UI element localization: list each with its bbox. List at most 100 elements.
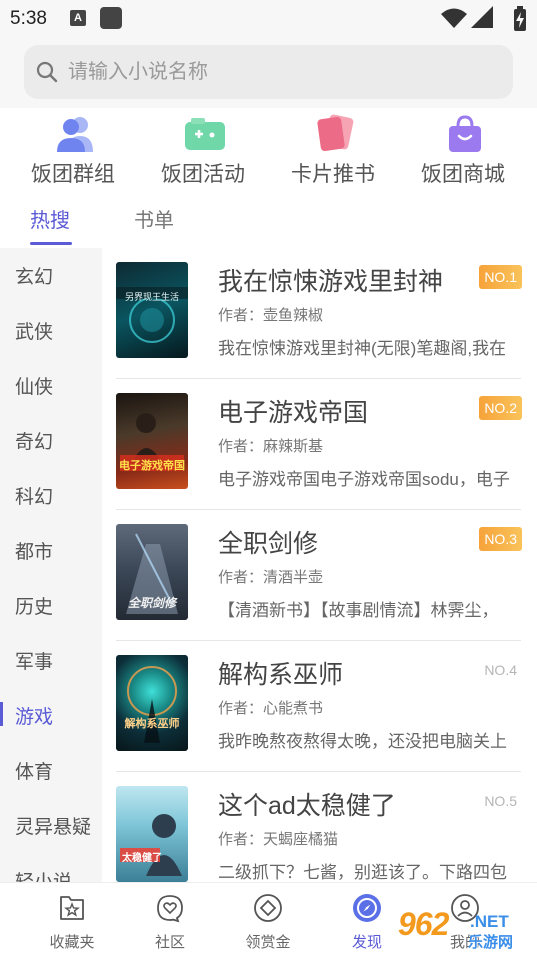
book-item[interactable]: 电子游戏帝国 电子游戏帝国 作者：麻辣斯基 电子游戏帝国电子游戏帝国sodu，电…: [102, 379, 537, 510]
category-label: 玄幻: [15, 267, 54, 288]
book-item[interactable]: 太稳健了 这个ad太稳健了 作者：天蝎座橘猫 二级抓下？七酱，别逛该了。下路四包…: [102, 772, 537, 882]
nav-label: 收藏夹: [49, 934, 95, 951]
category-dushi[interactable]: 都市: [0, 529, 102, 569]
book-cover: 另界现王生活: [116, 262, 188, 358]
rank-badge: NO.1: [479, 265, 522, 289]
book-cover-art: [116, 287, 188, 343]
nav-bounty[interactable]: 领赏金: [220, 883, 316, 956]
category-lingyi[interactable]: 灵异悬疑: [0, 804, 102, 844]
book-title: 电子游戏帝国: [218, 399, 369, 427]
category-label: 奇幻: [15, 432, 54, 453]
book-item[interactable]: 另界现王生活 我在惊悚游戏里封神 作者：壶鱼辣椒 我在惊悚游戏里封神(无限)笔趣…: [102, 248, 537, 379]
category-youxi[interactable]: 游戏: [0, 694, 102, 734]
book-cover-title: 电子游戏帝国: [119, 460, 185, 472]
game-activity-icon: [185, 118, 225, 150]
book-description: 【清酒新书】【故事剧情流】林霁尘，: [218, 601, 499, 620]
category-label: 游戏: [15, 707, 54, 728]
rank-badge: NO.2: [479, 396, 522, 420]
heart-chat-icon: [157, 895, 183, 923]
book-cover: 全职剑修: [116, 524, 188, 620]
notification-square-icon: [100, 7, 122, 29]
active-tab-indicator: [30, 242, 72, 245]
category-tiyu[interactable]: 体育: [0, 749, 102, 789]
nav-community[interactable]: 社区: [122, 883, 218, 956]
book-cover-art: [120, 814, 182, 876]
bookmark-star-icon: [60, 896, 84, 920]
watermark-number: 962: [398, 906, 449, 942]
book-author: 作者：心能煮书: [218, 700, 324, 717]
rank-label: NO.4: [484, 662, 517, 678]
book-author: 作者：清酒半壶: [218, 569, 324, 586]
diamond-icon: [254, 894, 282, 922]
search-area: [0, 38, 537, 108]
category-label: 体育: [15, 762, 54, 783]
category-sidebar: 玄幻 武侠 仙侠 奇幻 科幻 都市 历史 军事 游戏 体育 灵异悬疑 轻小说: [0, 248, 102, 882]
book-author: 作者：壶鱼辣椒: [218, 307, 324, 324]
search-bar[interactable]: [24, 45, 513, 99]
book-cover-title: 另界现王生活: [124, 292, 179, 302]
category-label: 历史: [15, 597, 54, 618]
book-author: 作者：麻辣斯基: [218, 438, 324, 455]
site-watermark: 962 .NET 乐游网: [398, 906, 536, 952]
category-lishi[interactable]: 历史: [0, 584, 102, 624]
quick-action-label: 饭团群组: [31, 163, 115, 186]
book-cover-title: 解构系巫师: [124, 718, 180, 730]
tab-book-list[interactable]: 书单: [134, 204, 174, 233]
active-category-indicator: [0, 702, 3, 726]
book-description: 我在惊悚游戏里封神(无限)笔趣阁,我在: [218, 339, 507, 358]
category-wuxia[interactable]: 武侠: [0, 309, 102, 349]
shopping-bag-icon: [449, 115, 481, 152]
notification-a-icon: A: [70, 10, 86, 26]
book-list: 另界现王生活 我在惊悚游戏里封神 作者：壶鱼辣椒 我在惊悚游戏里封神(无限)笔趣…: [102, 248, 537, 882]
category-qingxiaoshuo[interactable]: 轻小说: [0, 859, 102, 882]
book-cover: 太稳健了: [116, 786, 188, 882]
book-title: 解构系巫师: [218, 661, 344, 689]
book-title: 这个ad太稳健了: [218, 792, 396, 820]
quick-action-label: 卡片推书: [291, 163, 375, 186]
category-label: 科幻: [15, 487, 54, 508]
category-junshi[interactable]: 军事: [0, 639, 102, 679]
rank-badge: NO.3: [479, 527, 522, 551]
book-cover-title: 全职剑修: [127, 596, 176, 610]
book-cover: 电子游戏帝国: [116, 393, 188, 489]
category-qihuan[interactable]: 奇幻: [0, 419, 102, 459]
quick-actions: 饭团群组 饭团活动 卡片推书 饭团商城: [0, 108, 537, 192]
watermark-site: 乐游网: [468, 934, 514, 951]
status-time: 5:38: [10, 8, 47, 29]
category-label: 仙侠: [15, 377, 54, 398]
book-title: 我在惊悚游戏里封神: [218, 268, 444, 296]
category-label: 都市: [15, 542, 54, 563]
book-item[interactable]: 全职剑修 全职剑修 作者：清酒半壶 【清酒新书】【故事剧情流】林霁尘， NO.3: [102, 510, 537, 641]
signal-icon: [471, 6, 493, 28]
book-item[interactable]: 解构系巫师 解构系巫师 作者：心能煮书 我昨晚熬夜熬得太晚，还没把电脑关上 NO…: [102, 641, 537, 772]
wifi-icon: [441, 8, 467, 28]
nav-label: 领赏金: [245, 934, 291, 951]
book-title: 全职剑修: [218, 530, 319, 558]
status-bar: 5:38 A: [0, 0, 537, 38]
category-xianxia[interactable]: 仙侠: [0, 364, 102, 404]
quick-action-label: 饭团商城: [421, 163, 505, 186]
tab-hot-search[interactable]: 热搜: [30, 204, 70, 233]
book-description: 二级抓下？七酱，别逛该了。下路四包: [218, 863, 507, 882]
search-input[interactable]: [68, 45, 488, 99]
group-users-icon: [57, 117, 93, 152]
book-cover-title: 太稳健了: [122, 853, 162, 864]
book-author: 作者：天蝎座橘猫: [218, 831, 339, 848]
watermark-suffix: .NET: [470, 912, 509, 931]
nav-favorites[interactable]: 收藏夹: [24, 883, 120, 956]
rank-label: NO.5: [484, 793, 517, 809]
category-label: 军事: [15, 652, 54, 673]
book-cover-art: [127, 666, 177, 743]
category-label: 武侠: [15, 322, 54, 343]
category-xuanhuan[interactable]: 玄幻: [0, 254, 102, 294]
cards-icon: [317, 114, 354, 151]
search-icon: [36, 61, 58, 83]
category-kehuan[interactable]: 科幻: [0, 474, 102, 514]
book-cover: 解构系巫师: [116, 655, 188, 751]
book-cover-art: [120, 413, 184, 471]
compass-icon: [353, 894, 381, 922]
book-description: 电子游戏帝国电子游戏帝国sodu，电子: [218, 470, 510, 489]
tab-bar: 热搜 书单: [0, 194, 537, 248]
category-label: 灵异悬疑: [15, 817, 92, 838]
nav-label: 社区: [154, 934, 185, 951]
